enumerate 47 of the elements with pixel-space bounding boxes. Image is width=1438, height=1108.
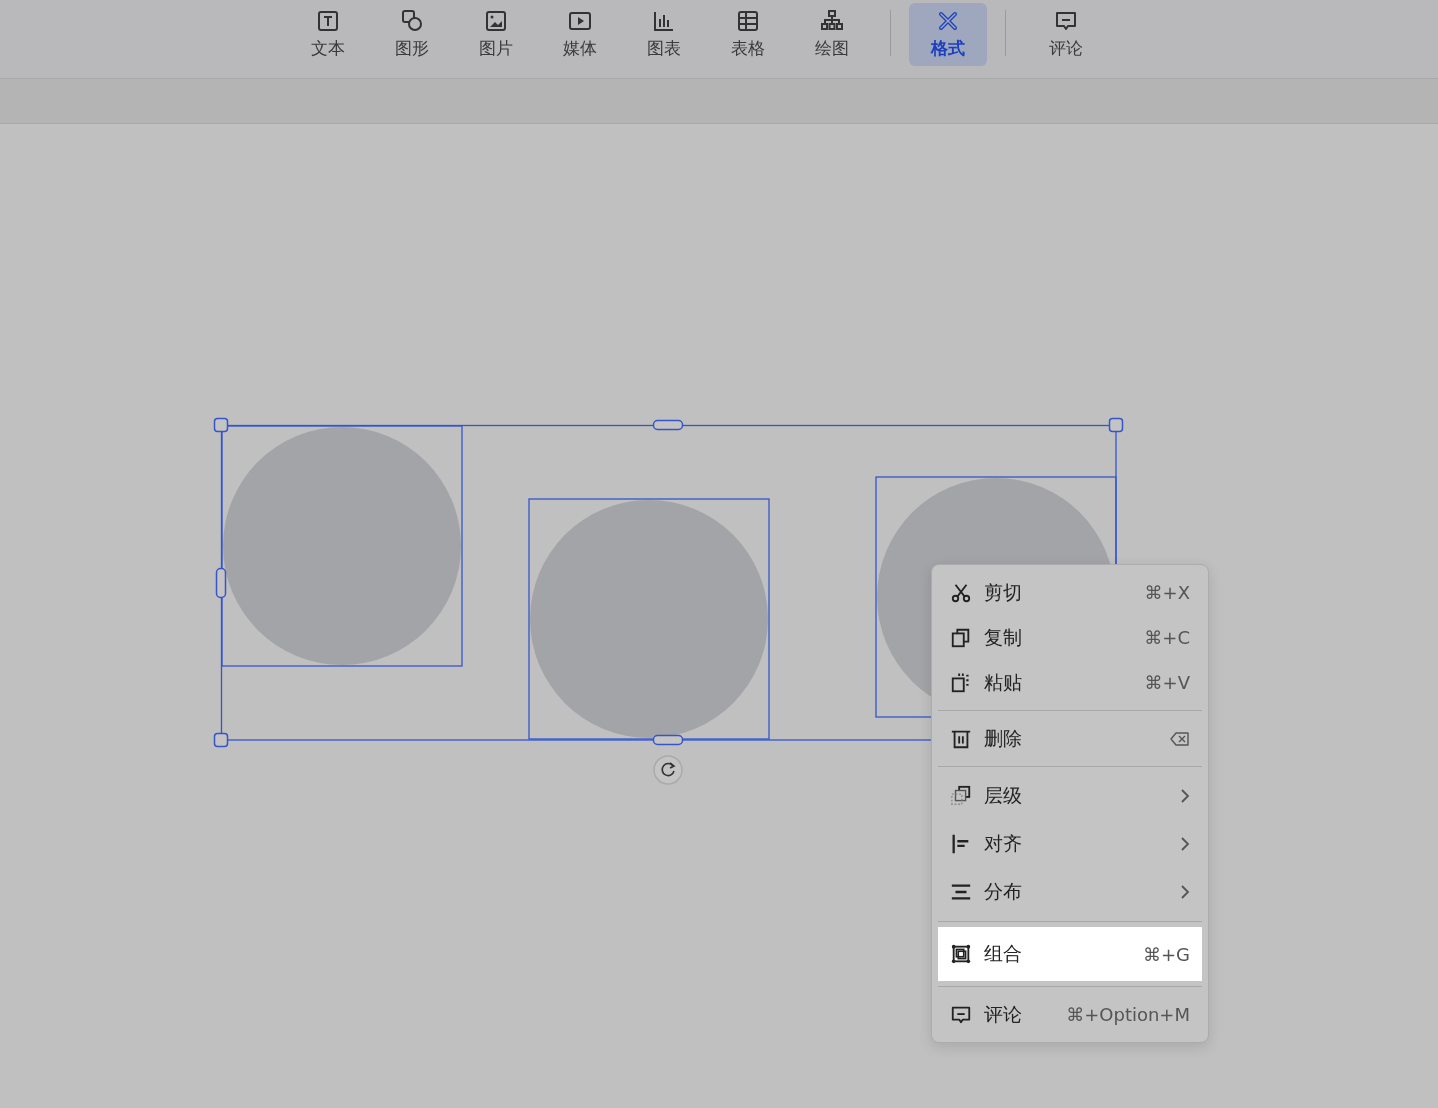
resize-handle[interactable]: [213, 417, 229, 433]
shortcut-text: ⌘+C: [1144, 627, 1190, 648]
toolbar-tab[interactable]: 图片: [454, 3, 538, 66]
layers-icon: [950, 785, 972, 807]
toolbar-tab[interactable]: 评论: [1024, 3, 1108, 66]
resize-handle[interactable]: [1108, 417, 1124, 433]
cross-tools-icon: [936, 9, 960, 33]
hierarchy-icon: [820, 9, 844, 33]
group-icon: [950, 943, 972, 965]
bar-chart-icon: [652, 9, 676, 33]
copy-icon: [950, 626, 972, 649]
table-icon: [736, 9, 760, 33]
toolbar-tab[interactable]: 图表: [622, 3, 706, 66]
chevron-right-icon: [1180, 788, 1190, 804]
menu-item[interactable]: 复制 ⌘+C: [938, 615, 1202, 660]
menu-item[interactable]: 组合 ⌘+G: [938, 927, 1202, 981]
resize-handle[interactable]: [215, 567, 227, 599]
chevron-right-icon: [1180, 884, 1190, 900]
toolbar-tab[interactable]: 文本: [286, 3, 370, 66]
toolbar-tab[interactable]: 表格: [706, 3, 790, 66]
shortcut-text: ⌘+V: [1144, 672, 1190, 693]
distribute-icon: [950, 881, 972, 903]
text-box-icon: [316, 9, 340, 33]
toolbar-tab[interactable]: 绘图: [790, 3, 874, 66]
shortcut-text: ⌘+X: [1144, 582, 1190, 603]
backspace-icon: [1170, 730, 1190, 747]
resize-handle[interactable]: [652, 734, 684, 746]
menu-item[interactable]: 粘贴 ⌘+V: [938, 660, 1202, 705]
menu-item[interactable]: 分布: [938, 868, 1202, 916]
resize-handle[interactable]: [213, 732, 229, 748]
menu-item[interactable]: 删除: [938, 716, 1202, 761]
play-icon: [568, 9, 592, 33]
menu-item[interactable]: 评论 ⌘+Option+M: [938, 992, 1202, 1037]
rotate-button[interactable]: [653, 755, 683, 785]
image-icon: [484, 9, 508, 33]
menu-item[interactable]: 剪切 ⌘+X: [938, 570, 1202, 615]
shapes-icon: [400, 9, 424, 33]
paste-icon: [950, 671, 972, 694]
menu-item[interactable]: 对齐: [938, 820, 1202, 868]
resize-handle[interactable]: [652, 419, 684, 431]
comment-icon: [1054, 9, 1078, 33]
toolbar-tab[interactable]: 媒体: [538, 3, 622, 66]
shortcut-text: ⌘+G: [1142, 943, 1190, 965]
menu-item[interactable]: 层级: [938, 772, 1202, 820]
chevron-right-icon: [1180, 836, 1190, 852]
shortcut-text: ⌘+Option+M: [1066, 1004, 1190, 1025]
toolbar-tab[interactable]: 图形: [370, 3, 454, 66]
